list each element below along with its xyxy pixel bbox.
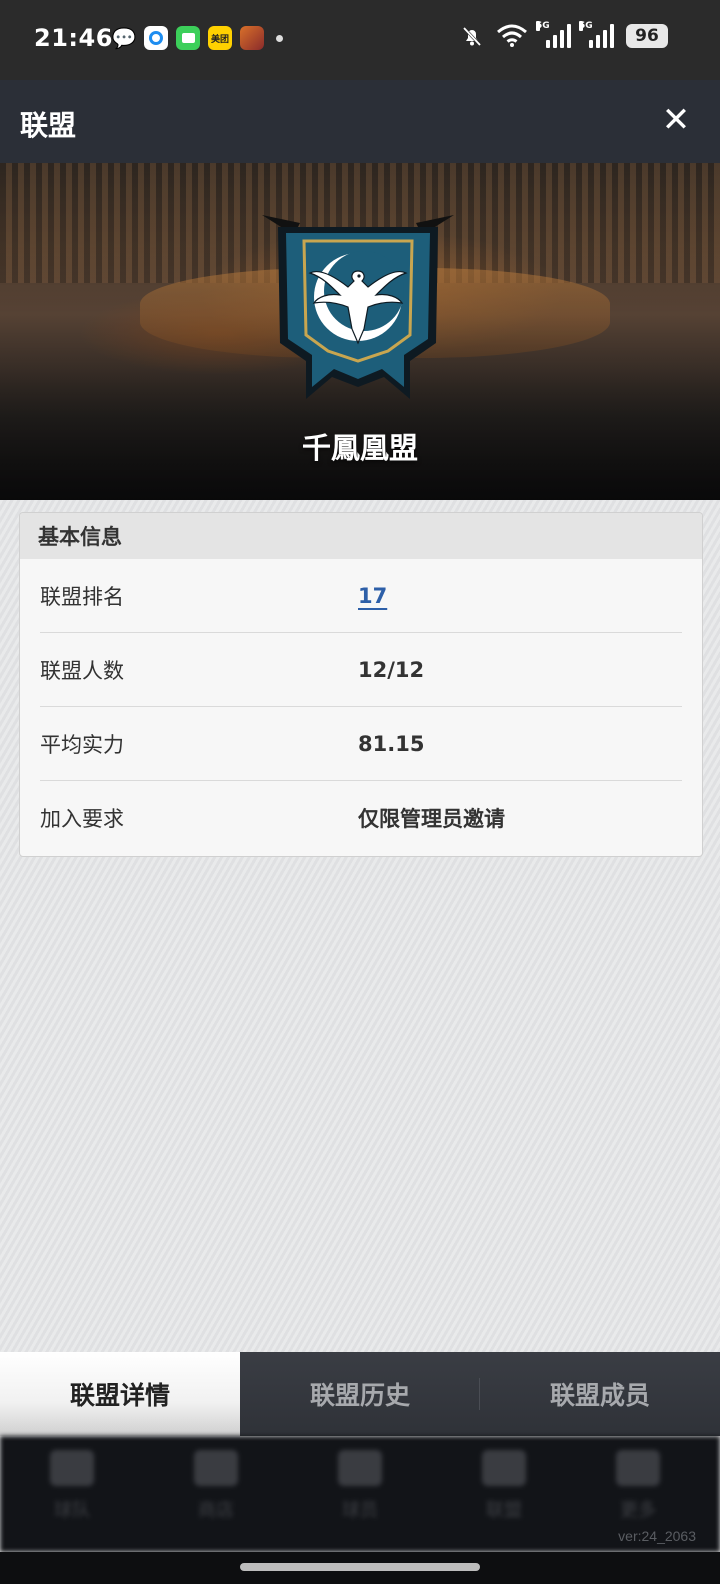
alliance-name: 千鳳凰盟: [301, 431, 418, 465]
notification-icons: 💬 美团: [112, 26, 283, 50]
signal-icon-1: 5G: [536, 21, 571, 48]
alliance-tabs: 联盟详情 联盟历史 联盟成员: [0, 1352, 720, 1436]
shop-icon: [194, 1450, 238, 1486]
page-title: 联盟: [20, 109, 77, 142]
signal-icon-2: 5G: [579, 21, 614, 48]
title-bar: 联盟 ✕: [0, 80, 720, 163]
more-icon: [616, 1450, 660, 1486]
info-row-members: 联盟人数 12/12: [40, 633, 682, 707]
tab-alliance-details[interactable]: 联盟详情: [0, 1352, 240, 1436]
info-row-strength: 平均实力 81.15: [40, 707, 682, 781]
home-indicator[interactable]: [240, 1563, 480, 1571]
wechat-icon: 💬: [111, 26, 137, 50]
rank-link[interactable]: 17: [358, 584, 387, 608]
nav-item-players: 球员: [320, 1450, 400, 1522]
info-label: 加入要求: [40, 807, 124, 831]
status-bar: 21:46 💬 美团 5G 5G 96: [0, 0, 720, 80]
meituan-icon: 美团: [208, 26, 232, 50]
system-icons: 5G 5G 96: [460, 21, 668, 48]
browser-icon: [144, 26, 168, 50]
mute-bell-icon: [462, 26, 482, 47]
status-time: 21:46: [34, 24, 113, 52]
info-value: 仅限管理员邀请: [358, 807, 505, 831]
basic-info-card: 基本信息 联盟排名 17 联盟人数 12/12 平均实力 81.15 加入要求 …: [19, 512, 703, 857]
nav-item-alliance: 联盟: [464, 1450, 544, 1522]
wifi-icon: [497, 24, 527, 47]
content-area: 基本信息 联盟排名 17 联盟人数 12/12 平均实力 81.15 加入要求 …: [0, 500, 720, 1352]
nav-item-more: 更多: [598, 1450, 678, 1522]
section-heading: 基本信息: [20, 513, 702, 559]
gesture-bar: [0, 1552, 720, 1584]
info-value: 12/12: [358, 657, 425, 682]
tab-alliance-members[interactable]: 联盟成员: [480, 1352, 720, 1436]
info-label: 平均实力: [40, 732, 124, 757]
alliance-banner: 千鳳凰盟: [0, 163, 720, 500]
nav-item-shop: 商店: [176, 1450, 256, 1522]
game-icon: [240, 26, 264, 50]
players-icon: [338, 1450, 382, 1486]
info-label: 联盟人数: [40, 658, 124, 683]
version-label: ver:24_2063: [618, 1528, 696, 1544]
battery-indicator: 96: [626, 24, 668, 48]
team-icon: [50, 1450, 94, 1486]
info-row-join-requirement: 加入要求 仅限管理员邀请: [40, 781, 682, 855]
more-notifications-dot: [276, 34, 283, 42]
phoenix-emblem: [262, 215, 454, 399]
nav-item-team: 球队: [32, 1450, 112, 1522]
messages-icon: [176, 26, 200, 50]
alliance-icon: [482, 1450, 526, 1486]
tab-label: 联盟历史: [309, 1381, 410, 1410]
info-row-rank: 联盟排名 17: [40, 559, 682, 633]
tab-alliance-history[interactable]: 联盟历史: [240, 1352, 480, 1436]
info-value: 81.15: [358, 731, 425, 756]
info-label: 联盟排名: [40, 584, 124, 609]
bottom-nav: 球队 商店 球员 联盟 更多: [0, 1436, 720, 1552]
close-icon[interactable]: ✕: [656, 100, 696, 140]
